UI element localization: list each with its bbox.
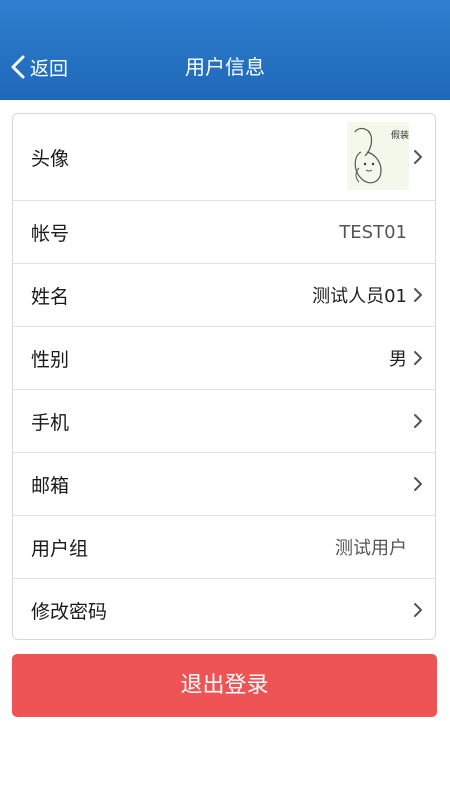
row-name[interactable]: 姓名 测试人员01 (13, 264, 435, 327)
gender-value: 男 (389, 349, 407, 370)
chevron-right-icon (414, 477, 422, 491)
chevron-right-icon (414, 414, 422, 428)
chevron-right-icon (414, 603, 422, 617)
row-label-change-password: 修改密码 (31, 600, 108, 623)
row-email[interactable]: 邮箱 (13, 453, 435, 516)
chevron-right-icon (414, 288, 422, 302)
name-value: 测试人员01 (312, 286, 407, 307)
user-info-card: 头像 假装我咯 帐号 TEST01 姓名 测试人员01 性别 男 (12, 113, 436, 640)
row-label-gender: 性别 (31, 348, 70, 371)
chevron-right-icon (414, 150, 422, 164)
page-title: 用户信息 (185, 55, 265, 79)
row-label-phone: 手机 (31, 411, 70, 434)
user-group-value: 测试用户 (335, 538, 407, 559)
row-phone[interactable]: 手机 (13, 390, 435, 453)
account-value: TEST01 (339, 221, 407, 243)
row-label-account: 帐号 (31, 222, 70, 245)
row-user-group: 用户组 测试用户 (13, 516, 435, 579)
row-gender[interactable]: 性别 男 (13, 327, 435, 390)
row-label-avatar: 头像 (31, 147, 70, 170)
avatar[interactable]: 假装我咯 (347, 122, 409, 190)
row-label-email: 邮箱 (31, 474, 70, 497)
row-change-password[interactable]: 修改密码 (13, 579, 435, 639)
chevron-right-icon (414, 351, 422, 365)
logout-button[interactable]: 退出登录 (12, 654, 437, 717)
row-label-user-group: 用户组 (31, 537, 89, 560)
avatar-text: 假装我咯 (391, 129, 409, 141)
row-avatar[interactable]: 头像 假装我咯 (13, 114, 435, 201)
row-label-name: 姓名 (31, 285, 70, 308)
row-account: 帐号 TEST01 (13, 201, 435, 264)
app-header: 返回 用户信息 (0, 0, 450, 100)
